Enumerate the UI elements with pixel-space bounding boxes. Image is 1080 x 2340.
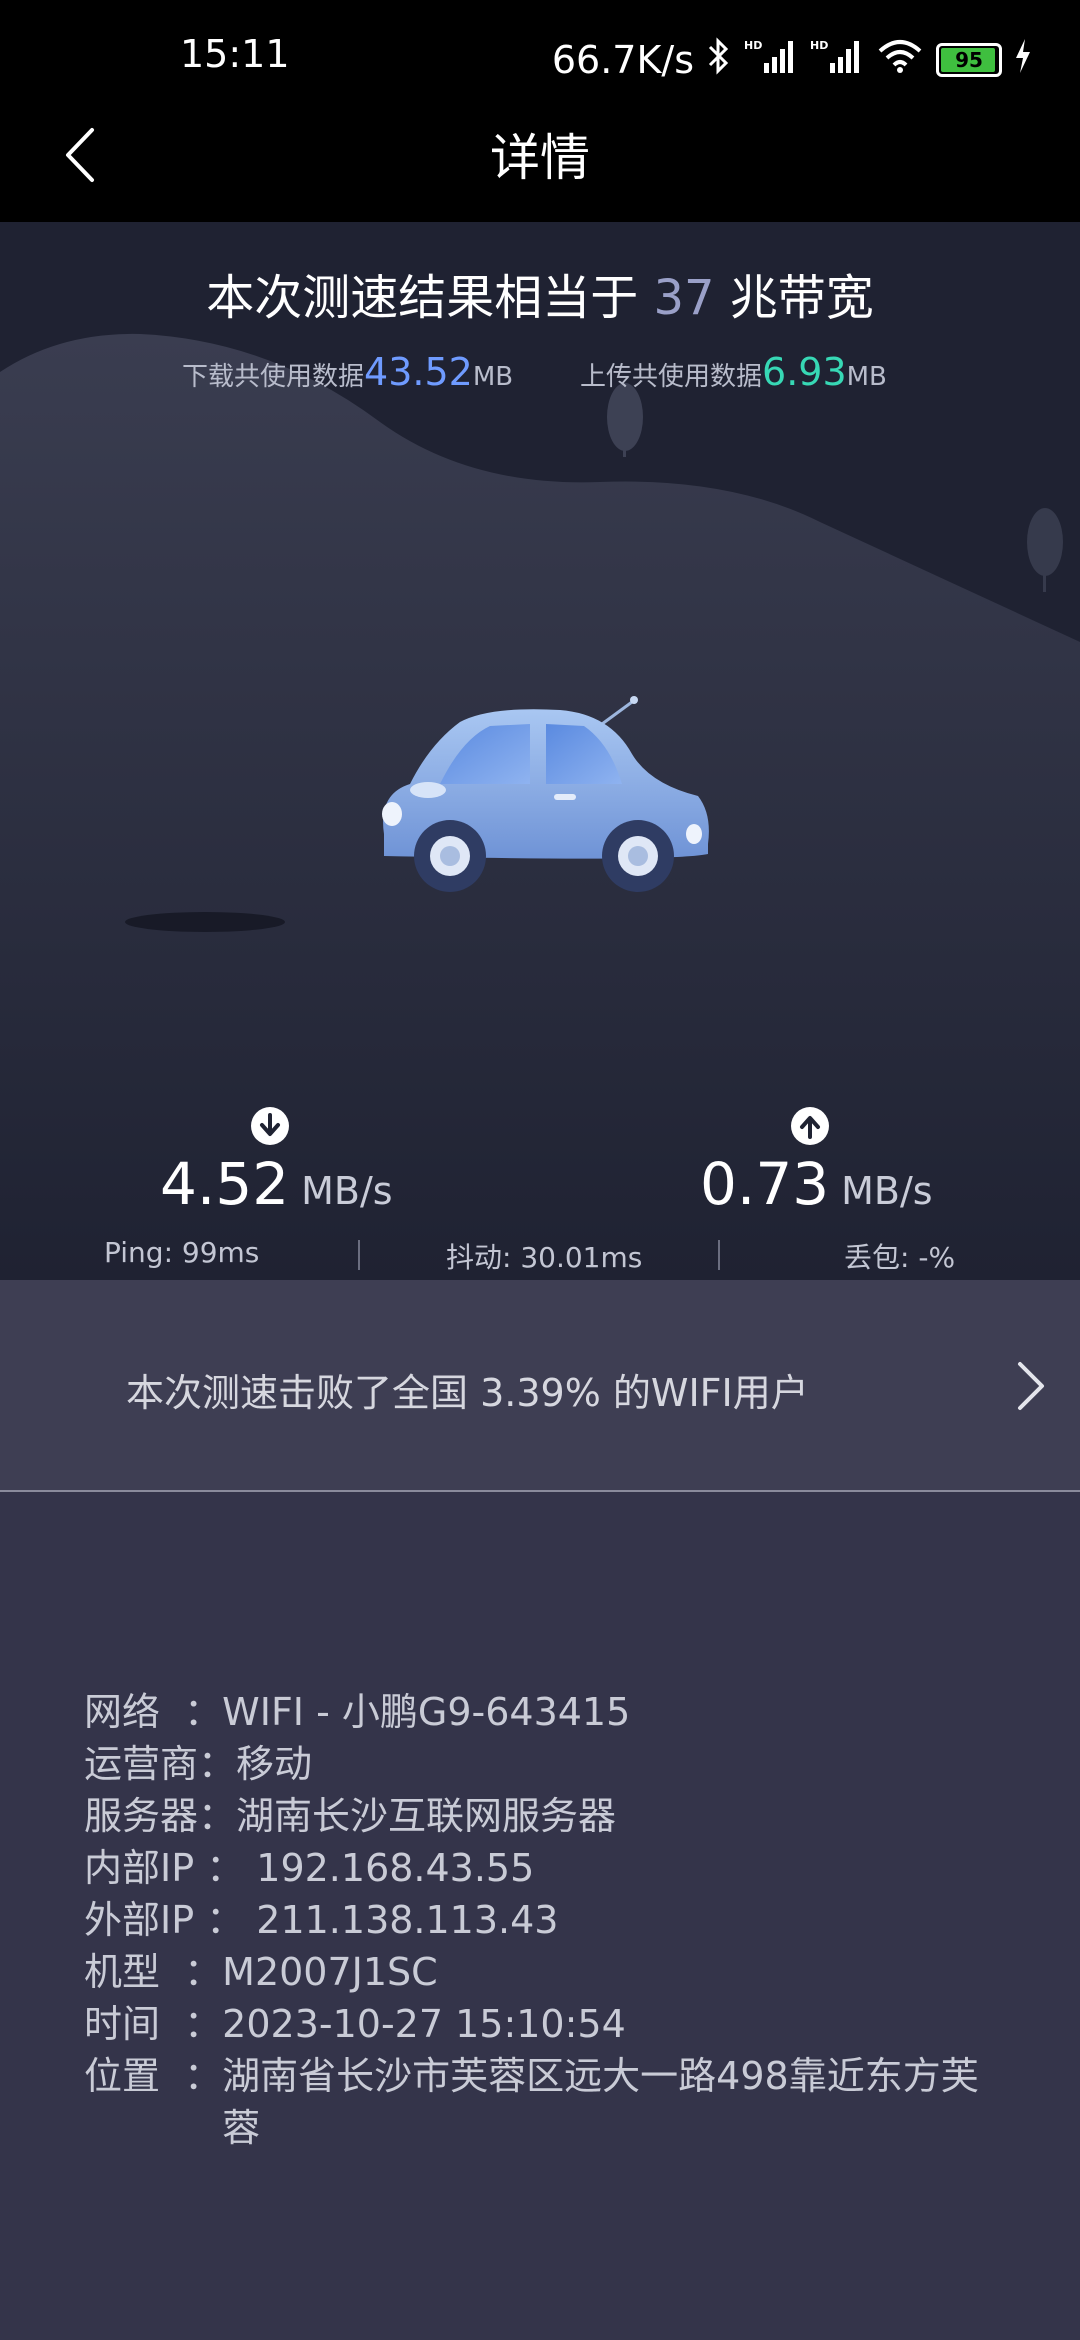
info-label: 网络 ： [84, 1690, 223, 1734]
upload-speed-value: 0.73 [700, 1150, 830, 1218]
info-row-location: 位置 ：湖南省长沙市芙蓉区远大一路498靠近东方芙蓉 [84, 2050, 1004, 2154]
upload-usage: 上传共使用数据6.93MB [580, 350, 887, 394]
download-usage-value: 43.52 [364, 350, 473, 394]
info-value: WIFI - 小鹏G9-643415 [222, 1690, 631, 1734]
jitter-value: 抖动: 30.01ms [446, 1241, 643, 1274]
hd-signal-icon: HD [744, 37, 798, 84]
hd-signal-icon: HD [810, 37, 864, 84]
info-label: 外部IP ： [84, 1898, 257, 1942]
battery-icon: 95 [936, 43, 1002, 77]
info-value: 192.168.43.55 [256, 1846, 535, 1890]
info-row-network: 网络 ： WIFI - 小鹏G9-643415 [84, 1686, 1004, 1738]
bluetooth-icon [706, 36, 732, 84]
divider [358, 1240, 360, 1270]
info-value: 湖南长沙互联网服务器 [236, 1794, 617, 1838]
charging-icon [1014, 38, 1032, 82]
info-label: 运营商： [84, 1742, 237, 1786]
info-value: M2007J1SC [222, 1950, 438, 1994]
info-row-server: 服务器： 湖南长沙互联网服务器 [84, 1790, 1004, 1842]
download-arrow-icon [251, 1107, 289, 1145]
info-row-time: 时间 ： 2023-10-27 15:10:54 [84, 1998, 1004, 2050]
info-value: 移动 [236, 1742, 313, 1786]
download-speed: 4.52 MB/s [160, 1150, 393, 1218]
bandwidth-summary: 本次测速结果相当于 37 兆带宽 [0, 258, 1080, 328]
download-speed-unit: MB/s [301, 1169, 393, 1213]
summary-suffix: 兆带宽 [714, 270, 874, 326]
svg-text:HD: HD [744, 39, 762, 52]
battery-level: 95 [955, 48, 983, 72]
summary-prefix: 本次测速结果相当于 [206, 270, 654, 326]
info-label: 位置 ： [84, 2054, 223, 2098]
network-speed: 66.7K/s [551, 38, 694, 82]
upload-arrow-icon [791, 1107, 829, 1145]
test-info-list: 网络 ： WIFI - 小鹏G9-643415 运营商： 移动 服务器： 湖南长沙互联… [84, 1686, 1004, 2154]
info-row-carrier: 运营商： 移动 [84, 1738, 1004, 1790]
svg-text:HD: HD [810, 39, 828, 52]
info-label: 服务器： [84, 1794, 237, 1838]
download-usage-unit: MB [472, 362, 514, 392]
info-value: 2023-10-27 15:10:54 [222, 2002, 626, 2046]
info-label: 内部IP ： [84, 1846, 257, 1890]
status-bar-right: 66.7K/s HD HD 95 [552, 30, 1032, 90]
upload-usage-unit: MB [846, 362, 887, 392]
info-value: 211.138.113.43 [256, 1898, 559, 1942]
info-row-internal-ip: 内部IP ： 192.168.43.55 [84, 1842, 1004, 1894]
ranking-text: 本次测速击败了全国 3.39% 的WIFI用户 [126, 1371, 809, 1415]
download-usage-label: 下载共使用数据 [182, 362, 365, 392]
ping-value: Ping: 99ms [104, 1236, 260, 1269]
chevron-right-icon[interactable] [1010, 1358, 1050, 1414]
wifi-icon [876, 37, 924, 84]
info-label: 机型 ： [84, 1950, 223, 1994]
car-illustration [382, 696, 709, 892]
packet-loss-value: 丢包: -% [844, 1241, 956, 1274]
download-speed-value: 4.52 [160, 1150, 290, 1218]
page-title: 详情 [490, 129, 590, 187]
speed-hero [0, 222, 1080, 1280]
info-label: 时间 ： [84, 2002, 223, 2046]
upload-speed-unit: MB/s [841, 1169, 933, 1213]
info-row-external-ip: 外部IP ： 211.138.113.43 [84, 1894, 1004, 1946]
upload-usage-value: 6.93 [762, 350, 847, 394]
status-time: 15:11 [180, 32, 290, 76]
divider [718, 1240, 720, 1270]
info-row-model: 机型 ： M2007J1SC [84, 1946, 1004, 1998]
bandwidth-value: 37 [653, 270, 715, 326]
upload-usage-label: 上传共使用数据 [580, 362, 763, 392]
divider [0, 1490, 1080, 1492]
upload-speed: 0.73 MB/s [700, 1150, 933, 1218]
download-usage: 下载共使用数据43.52MB [182, 350, 513, 394]
info-value: 湖南省长沙市芙蓉区远大一路498靠近东方芙蓉 [222, 2054, 979, 2150]
